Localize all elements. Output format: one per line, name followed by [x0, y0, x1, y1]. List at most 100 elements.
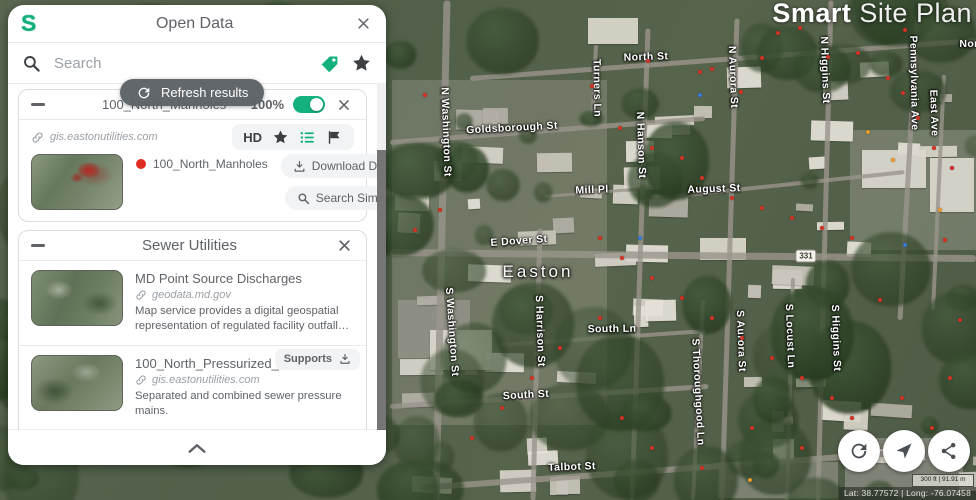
- map-marker: [646, 59, 650, 63]
- toggle-knob: [310, 98, 323, 111]
- remove-layer-button[interactable]: [334, 95, 354, 115]
- search-input[interactable]: [52, 53, 308, 73]
- map-marker: [638, 236, 642, 240]
- result-thumbnail[interactable]: [31, 270, 123, 326]
- list-icon[interactable]: [299, 129, 316, 146]
- map-marker: [700, 176, 704, 180]
- street-label: E Dover St: [490, 233, 548, 249]
- map-marker: [800, 446, 804, 450]
- map-marker: [850, 236, 854, 240]
- map-share-button[interactable]: [928, 430, 970, 472]
- layer-source: gis.eastonutilities.com: [50, 131, 158, 143]
- result-body: MD Point Source Discharges geodata.md.go…: [135, 270, 354, 334]
- result-source: gis.eastonutilities.com: [152, 373, 260, 386]
- map-marker: [943, 238, 947, 242]
- result-source-row: geodata.md.gov: [135, 289, 354, 301]
- supports-label: Supports: [283, 353, 332, 366]
- map-marker: [790, 216, 794, 220]
- result-item[interactable]: MD Point Source Discharges geodata.md.go…: [19, 261, 366, 345]
- map-marker: [740, 336, 744, 340]
- supports-badge[interactable]: Supports: [274, 348, 360, 370]
- map-marker: [901, 91, 905, 95]
- map-marker: [948, 376, 952, 380]
- scrollbar-thumb[interactable]: [377, 150, 386, 430]
- street-label: S Aurora St: [733, 309, 749, 373]
- app-window: North St Turners Ln Goldsborough St N Washi…: [0, 0, 976, 500]
- section-title: Sewer Utilities: [141, 237, 238, 254]
- layer-source-row: gis.eastonutilities.com HD: [19, 120, 366, 154]
- street-label: N Aurora St: [725, 45, 741, 109]
- map-marker: [770, 356, 774, 360]
- star-icon[interactable]: [272, 129, 289, 146]
- link-icon: [135, 374, 147, 386]
- flag-icon[interactable]: [326, 129, 343, 146]
- layer-visibility-toggle[interactable]: [293, 96, 325, 113]
- map-marker: [900, 396, 904, 400]
- street-label: S Washington St: [442, 287, 462, 377]
- panel-close-button[interactable]: [353, 14, 373, 34]
- favorite-star-icon[interactable]: [351, 53, 372, 74]
- search-bar: [8, 43, 386, 84]
- panel-title: Open Data: [155, 14, 234, 32]
- refresh-results-label: Refresh results: [161, 85, 249, 100]
- map-marker: [938, 208, 942, 212]
- map-marker: [598, 236, 602, 240]
- results-scroll-area: 100_North_Manholes 100% gis.eastonutilit…: [8, 83, 386, 430]
- street-label: East Ave: [927, 89, 941, 137]
- street-label: South Ln: [587, 322, 637, 336]
- collapse-icon[interactable]: [31, 244, 45, 247]
- result-description: Separated and combined sewer pressure ma…: [135, 389, 342, 417]
- refresh-icon: [848, 440, 870, 462]
- route-shield: 331: [795, 249, 817, 263]
- map-marker: [820, 226, 824, 230]
- download-icon: [339, 353, 351, 365]
- map-marker: [680, 296, 684, 300]
- result-description: Map service provides a digital geospatia…: [135, 305, 344, 332]
- map-marker: [698, 93, 702, 97]
- result-item[interactable]: Supports 100_North_Pressurized_Mains gis: [19, 344, 366, 430]
- download-icon: [293, 160, 306, 173]
- map-marker: [760, 206, 764, 210]
- close-icon: [337, 238, 352, 253]
- street-label: South St: [502, 387, 550, 403]
- tag-icon[interactable]: [319, 53, 340, 74]
- scale-bar: 300 ft | 91.91 m: [912, 474, 974, 487]
- layer-thumbnail[interactable]: [31, 154, 123, 210]
- link-icon: [31, 131, 44, 144]
- street-label: Turners Ln: [590, 58, 604, 118]
- close-section-button[interactable]: [334, 236, 354, 256]
- search-similar-button[interactable]: Search Similar: [284, 186, 386, 210]
- map-marker: [650, 146, 654, 150]
- map-marker: [739, 90, 743, 94]
- download-data-button[interactable]: Download Data: [280, 154, 386, 178]
- layer-color-dot: [136, 159, 146, 169]
- map-refresh-button[interactable]: [838, 430, 880, 472]
- map-marker: [826, 55, 830, 59]
- search-icon: [297, 192, 310, 205]
- map-marker: [650, 446, 654, 450]
- map-marker: [730, 196, 734, 200]
- layer-buttons: Download Data Search Similar: [280, 154, 386, 210]
- hd-badge[interactable]: HD: [243, 130, 262, 145]
- coordinates-readout: Lat: 38.77572 | Long: -76.07458: [838, 487, 976, 500]
- map-marker: [530, 376, 534, 380]
- map-marker: [750, 426, 754, 430]
- panel-collapse-bar[interactable]: [8, 430, 386, 465]
- result-source: geodata.md.gov: [152, 289, 231, 301]
- section-header: Sewer Utilities: [19, 231, 366, 261]
- map-locate-button[interactable]: [883, 430, 925, 472]
- collapse-icon[interactable]: [31, 103, 45, 106]
- map-marker: [558, 346, 562, 350]
- map-marker: [598, 316, 602, 320]
- app-logo: S: [21, 10, 37, 36]
- result-thumbnail[interactable]: [31, 354, 123, 411]
- link-icon: [135, 289, 147, 301]
- street-label: S Thoroughgood Ln: [689, 338, 707, 446]
- result-title: MD Point Source Discharges: [135, 271, 302, 286]
- sewer-utilities-card: Sewer Utilities MD Point Source Discharg…: [18, 230, 367, 430]
- map-marker: [700, 466, 704, 470]
- map-marker: [650, 276, 654, 280]
- street-label: S Higgins St: [828, 304, 844, 372]
- map-marker: [891, 158, 895, 162]
- city-label: Easton: [502, 262, 574, 281]
